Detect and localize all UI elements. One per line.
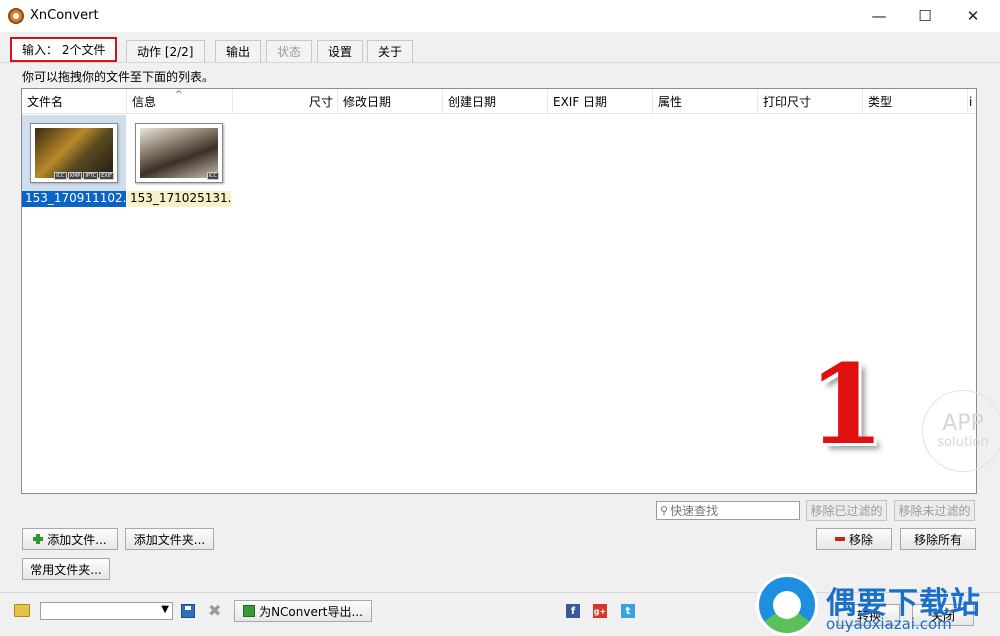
remove-label: 移除 [848,532,873,547]
remove-button[interactable]: 移除 [816,528,892,550]
column-header-type[interactable]: 类型 [863,89,968,114]
quick-search-field[interactable]: ⚲ [656,501,800,520]
app-solution-watermark: APP solution [922,390,1000,472]
column-header-modified-date[interactable]: 修改日期 [338,89,443,114]
folder-icon[interactable] [14,604,30,617]
add-folder-button[interactable]: 添加文件夹... [125,528,214,550]
thumbnail-frame: ICC XMP IPTC EXIF [30,123,118,183]
column-header-more[interactable]: i [968,89,976,114]
export-label: 为NConvert导出... [259,604,363,619]
thumbnail-frame: ICC [135,123,223,183]
google-plus-icon[interactable]: g+ [593,604,607,618]
tab-input[interactable]: 输入： 2个文件 [10,37,118,62]
close-window-button[interactable]: ✕ [950,0,996,32]
tab-about[interactable]: 关于 [367,40,414,62]
plus-icon [33,534,44,544]
xnconvert-logo-icon [8,8,24,24]
icc-badge: ICC [206,172,219,180]
sort-arrow-icon: ^ [175,90,183,100]
tab-output[interactable]: 输出 [215,40,262,62]
column-header-attributes[interactable]: 属性 [653,89,758,114]
file-thumbnail[interactable]: ICC 153_171025131... [127,115,231,207]
file-name-label: 153_171025131... [127,191,231,207]
facebook-icon[interactable]: f [566,604,580,618]
delete-icon[interactable]: ✖ [208,601,221,620]
metadata-badges: ICC [206,172,219,180]
site-logo-icon [756,574,818,636]
file-name-label: 153_170911102... [22,191,126,207]
maximize-button[interactable]: ☐ [902,0,948,32]
save-icon[interactable] [181,604,195,618]
export-nconvert-button[interactable]: 为NConvert导出... [234,600,372,622]
column-header-filename[interactable]: 文件名 [22,89,127,114]
column-header-size[interactable]: 尺寸 [233,89,338,114]
column-header-exif-date[interactable]: EXIF 日期 [548,89,653,114]
file-thumbnail[interactable]: ICC XMP IPTC EXIF 153_170911102... [22,115,126,207]
iptc-badge: IPTC [83,172,99,180]
file-list-header: 文件名 信息 ^ 尺寸 修改日期 创建日期 EXIF 日期 属性 打印尺寸 类型… [22,89,976,114]
title-bar: XnConvert — ☐ ✕ [0,0,1000,32]
remove-unfiltered-button[interactable]: 移除未过滤的 [894,500,975,521]
icc-badge: ICC [54,172,67,180]
preset-dropdown[interactable]: ▼ [40,602,173,620]
twitter-icon[interactable]: t [621,604,635,618]
export-icon [243,605,256,617]
search-icon: ⚲ [660,504,669,517]
minimize-button[interactable]: — [856,0,902,32]
exif-badge: EXIF [99,172,114,180]
site-watermark-url: ouyaoxiazai.com [826,615,952,633]
add-files-button[interactable]: 添加文件... [22,528,118,550]
tab-actions[interactable]: 动作 [2/2] [126,40,205,62]
tab-status[interactable]: 状态 [266,40,313,62]
remove-all-button[interactable]: 移除所有 [900,528,976,550]
common-folders-button[interactable]: 常用文件夹... [22,558,110,580]
minus-icon [834,537,845,541]
drag-hint-text: 你可以拖拽你的文件至下面的列表。 [22,70,215,84]
xmp-badge: XMP [67,172,83,180]
tab-strip: 输入： 2个文件 动作 [2/2] 输出 状态 设置 关于 [0,32,1000,62]
remove-filtered-button[interactable]: 移除已过滤的 [806,500,887,521]
add-files-label: 添加文件... [47,532,107,547]
step-number-overlay: 1 [808,340,885,469]
thumbnail-image [35,128,113,178]
metadata-badges: ICC XMP IPTC EXIF [54,172,114,180]
column-header-print-size[interactable]: 打印尺寸 [758,89,863,114]
window-title: XnConvert [30,8,99,23]
tab-settings[interactable]: 设置 [317,40,364,62]
quick-search-input[interactable] [670,503,791,518]
thumbnail-image [140,128,218,178]
column-header-created-date[interactable]: 创建日期 [443,89,548,114]
chevron-down-icon: ▼ [161,604,169,615]
